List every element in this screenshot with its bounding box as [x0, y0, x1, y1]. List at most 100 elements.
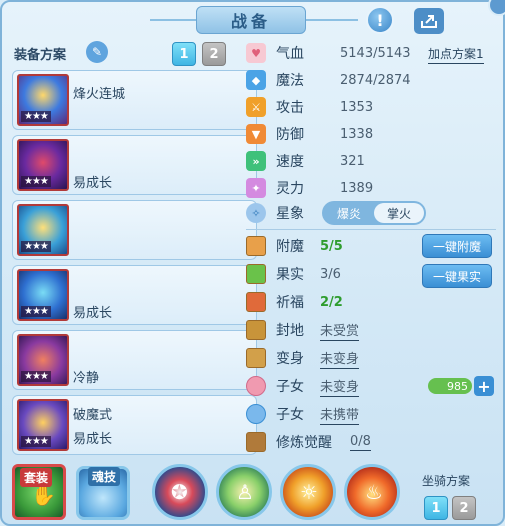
detail-child-1: 子女 未变身 — [246, 374, 360, 398]
weapon-icon: ★★★ — [17, 74, 69, 126]
equipment-slot-weapon[interactable]: ★★★ 烽火连城 — [12, 70, 257, 130]
detail-value: 3/6 — [320, 266, 341, 282]
detail-blessing: 祈福 2/2 — [246, 290, 343, 314]
star-sign-toggle[interactable]: 爆炎 掌火 — [322, 201, 426, 225]
detail-label: 附魔 — [276, 239, 304, 255]
spirit-icon: ✦ — [246, 178, 266, 198]
star-rating: ★★★ — [21, 306, 51, 317]
detail-value[interactable]: 0/8 — [350, 434, 371, 451]
exclamation-icon: ! — [376, 10, 384, 30]
detail-enchant: 附魔 5/5 — [246, 234, 343, 258]
mana-icon: ◆ — [246, 70, 266, 90]
equipment-trait: 易成长 — [73, 176, 113, 191]
boots-icon: ★★★ — [17, 399, 69, 451]
attribute-plan-link[interactable]: 加点方案1 — [428, 45, 484, 64]
detail-label: 修炼觉醒 — [276, 435, 332, 451]
star-option-1[interactable]: 爆炎 — [324, 203, 374, 223]
section-divider — [246, 229, 496, 230]
stat-speed: » 速度 321 — [246, 149, 365, 173]
pet-value-bar: 985 — [428, 378, 472, 394]
stat-value: 2874/2874 — [340, 72, 411, 88]
one-click-fruit-button[interactable]: 一键果实 — [422, 264, 492, 288]
star-rating: ★★★ — [21, 111, 51, 122]
skill-slot-3[interactable]: ☼ — [280, 464, 336, 520]
stat-hp: ♥ 气血 5143/5143 — [246, 41, 411, 65]
equipment-slot-necklace[interactable]: ★★★ — [12, 200, 257, 260]
one-click-enchant-button[interactable]: 一键附魔 — [422, 234, 492, 258]
detail-fruit: 果实 3/6 — [246, 262, 341, 286]
stat-label: 星象 — [276, 206, 304, 222]
figure-icon: ♙ — [236, 480, 254, 504]
cultivation-icon — [246, 432, 266, 452]
stat-value: 1389 — [340, 180, 374, 196]
detail-value[interactable]: 未携带 — [320, 404, 360, 425]
star-sign-icon: ✧ — [246, 203, 266, 223]
title-line-right — [306, 19, 358, 21]
detail-value[interactable]: 未受赏 — [320, 320, 360, 341]
heart-icon: ♥ — [246, 43, 266, 63]
stat-attack: ⚔ 攻击 1353 — [246, 95, 373, 119]
skill-slot-1[interactable]: ✪ — [152, 464, 208, 520]
scheme-tab-2[interactable]: 2 — [202, 42, 226, 66]
skill-slot-4[interactable]: ♨ — [344, 464, 400, 520]
detail-label: 果实 — [276, 267, 304, 283]
stat-mp: ◆ 魔法 2874/2874 — [246, 68, 411, 92]
equipment-slot-armor[interactable]: ★★★ 易成长 — [12, 265, 257, 325]
star-option-2[interactable]: 掌火 — [374, 203, 424, 223]
speed-icon: » — [246, 151, 266, 171]
equipment-trait: 易成长 — [73, 306, 113, 321]
necklace-icon: ★★★ — [17, 204, 69, 256]
detail-label: 祈福 — [276, 295, 304, 311]
stat-value: 321 — [340, 153, 365, 169]
suit-label: 套装 — [20, 468, 53, 487]
fruit-icon — [246, 264, 266, 284]
equipment-trait: 易成长 — [73, 432, 113, 447]
star-rating: ★★★ — [21, 176, 51, 187]
help-button[interactable]: ! — [366, 6, 394, 34]
edit-scheme-button[interactable]: ✎ — [86, 41, 108, 63]
equipment-slot-belt[interactable]: ★★★ 冷静 — [12, 330, 257, 390]
star-rating: ★★★ — [21, 436, 51, 447]
stat-value: 5143/5143 — [340, 45, 411, 61]
flame-icon: ♨ — [365, 480, 383, 504]
stat-label: 气血 — [276, 46, 304, 62]
title-bar: 战备 — [196, 6, 306, 34]
armor-icon: ★★★ — [17, 269, 69, 321]
detail-value[interactable]: 未变身 — [320, 376, 360, 397]
stat-value: 1338 — [340, 126, 374, 142]
detail-cultivation: 修炼觉醒 0/8 — [246, 430, 371, 454]
scheme-tab-1[interactable]: 1 — [172, 42, 196, 66]
stat-label: 攻击 — [276, 100, 304, 116]
detail-value: 5/5 — [320, 238, 343, 254]
detail-value: 2/2 — [320, 294, 343, 310]
skill-slot-2[interactable]: ♙ — [216, 464, 272, 520]
share-button[interactable] — [414, 8, 444, 34]
add-pet-button[interactable]: + — [474, 376, 494, 396]
detail-value[interactable]: 未变身 — [320, 348, 360, 369]
plus-icon: + — [477, 376, 491, 396]
attack-icon: ⚔ — [246, 97, 266, 117]
blessing-icon — [246, 292, 266, 312]
stat-label: 灵力 — [276, 181, 304, 197]
fief-icon — [246, 320, 266, 340]
equipment-slot-helmet[interactable]: ★★★ 易成长 — [12, 135, 257, 195]
equipment-name: 破魔式 — [73, 408, 113, 423]
equipment-slot-boots[interactable]: ★★★ 破魔式 易成长 — [12, 395, 257, 455]
share-icon — [421, 15, 437, 28]
pencil-icon: ✎ — [91, 45, 103, 59]
mount-tab-2[interactable]: 2 — [452, 496, 476, 520]
mount-tab-1[interactable]: 1 — [424, 496, 448, 520]
enchant-icon — [246, 236, 266, 256]
detail-label: 子女 — [276, 407, 304, 423]
star-rating: ★★★ — [21, 241, 51, 252]
helmet-icon: ★★★ — [17, 139, 69, 191]
shuriken-icon: ✪ — [171, 480, 188, 504]
transform-icon — [246, 348, 266, 368]
belt-icon: ★★★ — [17, 334, 69, 386]
stat-label: 速度 — [276, 154, 304, 170]
detail-transform: 变身 未变身 — [246, 346, 360, 370]
equipment-name: 烽火连城 — [73, 87, 126, 102]
stat-spirit: ✦ 灵力 1389 — [246, 176, 373, 200]
fire-ball-icon: ☼ — [300, 480, 318, 504]
stat-value: 1353 — [340, 99, 374, 115]
